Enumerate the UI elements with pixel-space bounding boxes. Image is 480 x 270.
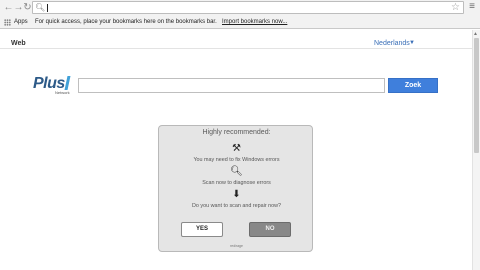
page-header: Web Nederlands ▼ (0, 30, 472, 49)
chevron-down-icon[interactable]: ▼ (409, 40, 415, 46)
bookmarks-bar: Apps For quick access, place your bookma… (0, 15, 480, 29)
magnifier-icon: 🔍︎ (230, 166, 243, 177)
yes-button[interactable]: YES (181, 222, 223, 237)
search-icon: 🔍︎ (35, 3, 46, 12)
dialog-line-2: Scan now to diagnose errors (202, 180, 271, 186)
bookmark-star-icon[interactable]: ☆ (451, 2, 460, 13)
language-selector[interactable]: Nederlands (374, 40, 410, 47)
bookmarks-hint: For quick access, place your bookmarks h… (35, 19, 217, 25)
tab-web[interactable]: Web (11, 40, 26, 47)
dialog-title: Highly recommended: (202, 129, 271, 136)
download-arrow-icon: ⬇ (232, 189, 241, 200)
no-button[interactable]: NO (249, 222, 291, 237)
dialog-footer: redirage (230, 244, 243, 248)
dialog-line-3: Do you want to scan and repair now? (192, 203, 281, 209)
address-bar[interactable]: 🔍︎ ☆ (32, 1, 464, 14)
scroll-up-icon[interactable]: ▲ (473, 31, 478, 37)
apps-grid-icon[interactable] (4, 19, 11, 26)
logo-mark-icon (64, 76, 77, 90)
dialog-line-1: You may need to fix Windows errors (193, 157, 280, 163)
logo-subtext: Network (55, 90, 70, 95)
text-caret (47, 4, 48, 12)
search-input[interactable] (78, 78, 385, 93)
apps-shortcut[interactable]: Apps (14, 15, 28, 29)
scrollbar-thumb[interactable] (474, 38, 479, 153)
search-button[interactable]: Zoek (388, 78, 438, 93)
import-bookmarks-link[interactable]: Import bookmarks now... (222, 15, 287, 29)
scan-dialog: Highly recommended: ⚒ You may need to fi… (158, 125, 313, 252)
menu-icon[interactable]: ≡ (467, 2, 477, 12)
browser-toolbar: ← → ↻ 🔍︎ ☆ ≡ (0, 0, 480, 15)
plus-network-logo: Plus Network (33, 75, 79, 97)
tools-icon: ⚒ (232, 143, 241, 154)
